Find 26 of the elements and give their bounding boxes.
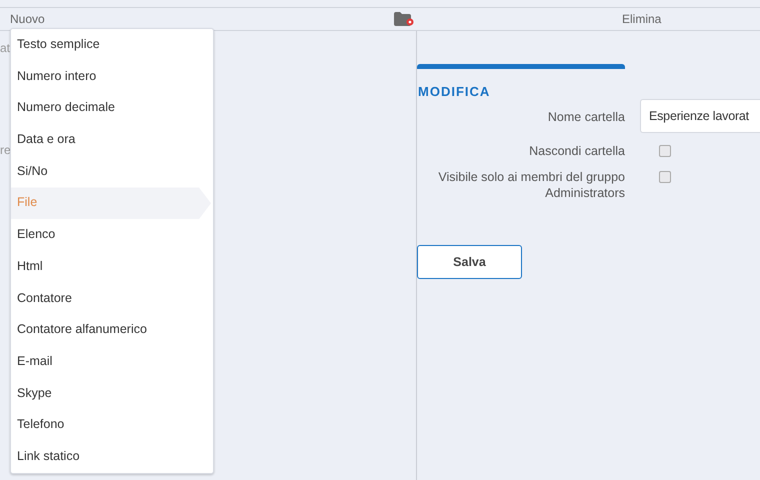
save-button[interactable]: Salva — [417, 245, 522, 279]
input-field[interactable]: Esperienze lavorat — [640, 99, 760, 133]
menu-item[interactable]: Numero intero — [11, 60, 213, 92]
section-title: MODIFICA — [418, 84, 492, 99]
label-text: at — [0, 41, 10, 55]
folder-delete-icon[interactable] — [394, 12, 414, 26]
new-button[interactable]: Nuovo — [10, 12, 394, 26]
menu-item[interactable]: Numero decimale — [11, 92, 213, 124]
menu-item[interactable]: Html — [11, 250, 213, 282]
field-label: Nascondi cartella — [528, 143, 625, 159]
delete-button[interactable]: Elimina — [622, 12, 662, 26]
menu-item[interactable]: Skype — [11, 378, 213, 410]
menu-item[interactable]: Si/No — [11, 156, 213, 188]
field-label: Visibile solo ai membri del gruppo Administrators — [437, 169, 625, 201]
menu-item[interactable]: Telefono — [11, 409, 213, 441]
menu-item[interactable]: Testo semplice — [11, 29, 213, 61]
menu-item[interactable]: E-mail — [11, 346, 213, 378]
label-text: re — [0, 143, 10, 157]
field-label: Nome cartella — [546, 109, 625, 125]
checkbox[interactable] — [659, 145, 671, 157]
menu-item[interactable]: Elenco — [11, 219, 213, 251]
menu-item[interactable]: Contatore alfanumerico — [11, 314, 213, 346]
menu-item[interactable]: Data e ora — [11, 124, 213, 156]
menu-item[interactable]: Contatore — [11, 282, 213, 314]
menu-item[interactable]: Link statico — [11, 440, 213, 473]
checkbox[interactable] — [659, 171, 671, 183]
